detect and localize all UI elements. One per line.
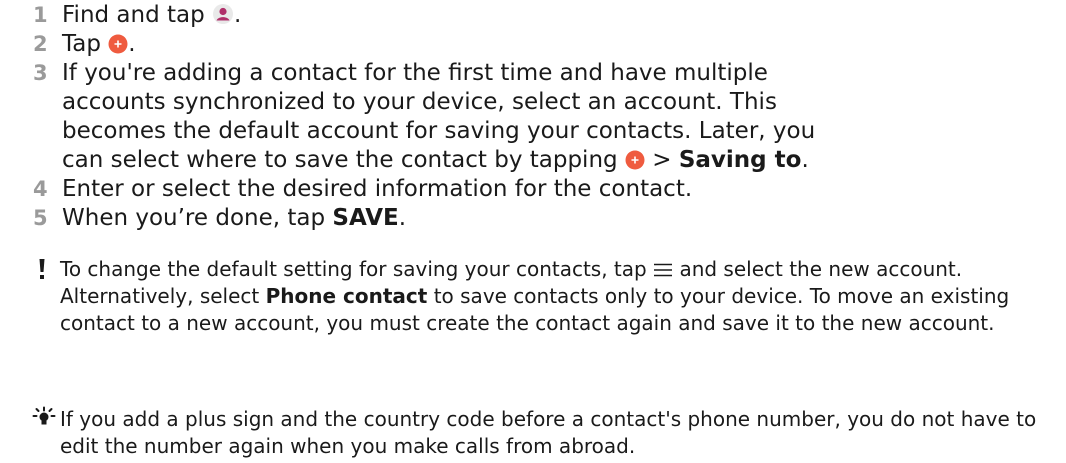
step-number: 3	[33, 61, 48, 85]
note-warning-text: To change the default setting for saving…	[60, 256, 1060, 337]
note-text-bold: Phone contact	[265, 284, 428, 308]
note-text-part1: To change the default setting for saving…	[60, 257, 647, 281]
step-text-after: .	[128, 31, 136, 57]
step-text: Tap .	[62, 30, 822, 59]
step-text-before: Find and tap	[62, 2, 205, 28]
step-number: 2	[33, 32, 48, 56]
add-contact-fab-icon	[108, 34, 128, 54]
note-tip-text: If you add a plus sign and the country c…	[60, 407, 1037, 458]
exclamation-icon	[39, 259, 45, 279]
add-contact-fab-icon	[625, 150, 645, 170]
menu-icon	[654, 263, 673, 277]
step-text-after: .	[801, 147, 809, 173]
step-text-before: When you’re done, tap	[62, 205, 333, 231]
step-number: 1	[33, 3, 48, 27]
step-text-bold: SAVE	[332, 205, 399, 231]
step-text-after: .	[398, 205, 407, 231]
step-text: When you’re done, tap SAVE.	[62, 204, 822, 233]
step-text: Enter or select the desired information …	[62, 176, 693, 202]
contacts-app-icon	[213, 4, 234, 24]
step-text: Find and tap .	[62, 1, 822, 30]
step-text-bold: Saving to	[678, 147, 802, 173]
step-number: 4	[33, 177, 48, 201]
step-text: If you're adding a contact for the first…	[62, 59, 822, 175]
step-text-separator: >	[644, 147, 679, 173]
step-text-after: .	[234, 2, 242, 28]
instructions-page: 1 Find and tap . 2 Tap . 3 If you're add…	[0, 0, 1066, 463]
step-text-before: Tap	[62, 31, 101, 57]
lightbulb-icon	[32, 406, 56, 425]
step-number: 5	[33, 206, 48, 230]
